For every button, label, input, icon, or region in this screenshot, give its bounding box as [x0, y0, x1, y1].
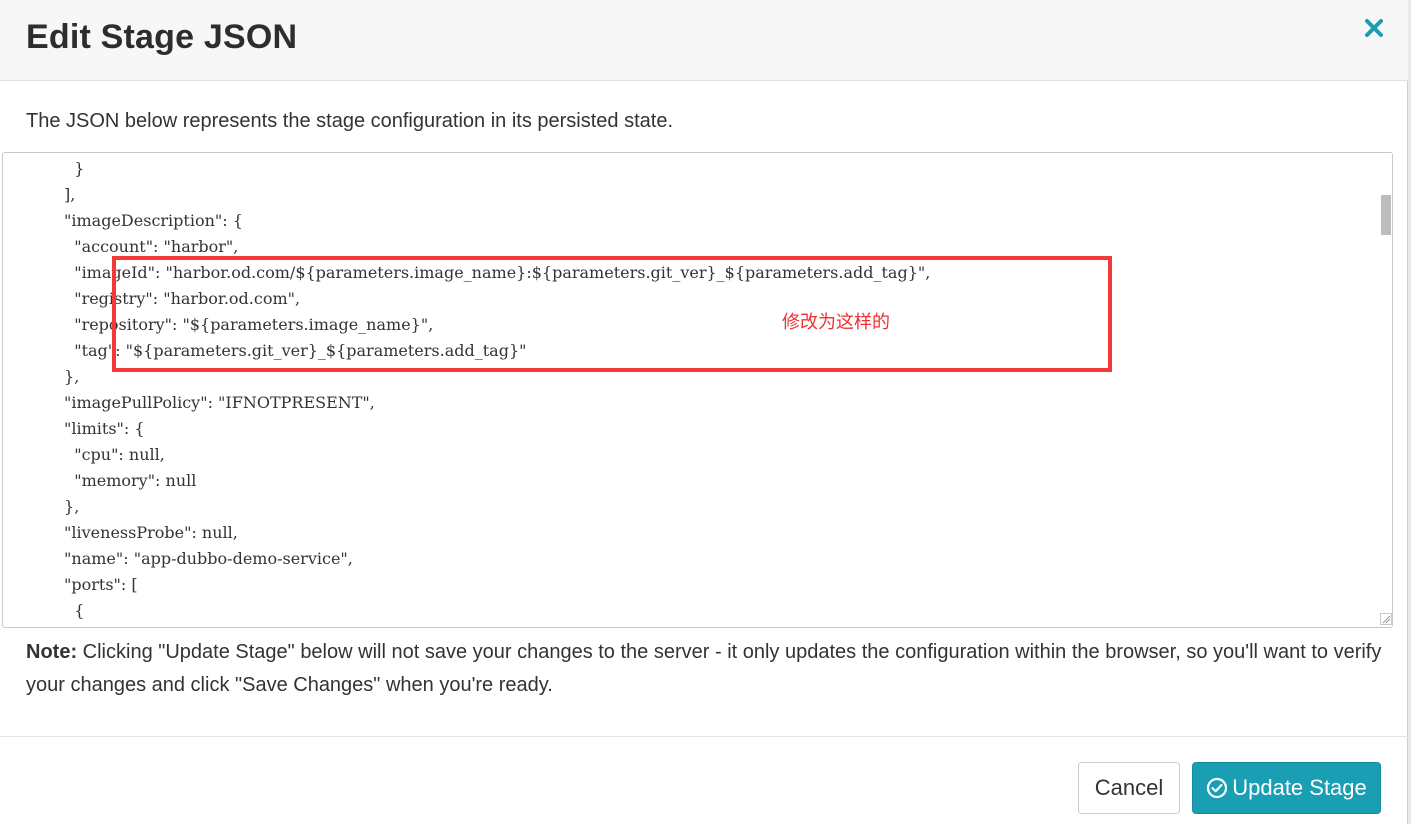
resize-handle-icon[interactable] — [1380, 613, 1392, 625]
json-code-line[interactable]: } — [3, 156, 930, 182]
edit-stage-json-dialog: Edit Stage JSON The JSON below represent… — [0, 0, 1408, 824]
json-code-line[interactable]: "livenessProbe": null, — [3, 520, 930, 546]
close-icon — [1365, 19, 1383, 37]
json-code-line[interactable]: "cpu": null, — [3, 442, 930, 468]
note-text: Note: Clicking "Update Stage" below will… — [26, 636, 1386, 702]
update-stage-label: Update Stage — [1232, 775, 1367, 800]
note-body: Clicking "Update Stage" below will not s… — [26, 641, 1382, 696]
dialog-intro-text: The JSON below represents the stage conf… — [26, 110, 674, 132]
json-code-line[interactable]: "memory": null — [3, 468, 930, 494]
json-code-line[interactable]: "tag": "${parameters.git_ver}_${paramete… — [3, 338, 930, 364]
editor-scrollbar-thumb[interactable] — [1381, 195, 1391, 235]
json-code-line[interactable]: "ports": [ — [3, 572, 930, 598]
json-code-line[interactable]: "account": "harbor", — [3, 234, 930, 260]
json-code-line[interactable]: { — [3, 598, 930, 624]
json-code-line[interactable]: "name": "app-dubbo-demo-service", — [3, 546, 930, 572]
json-code-line[interactable]: }, — [3, 494, 930, 520]
note-label: Note: — [26, 641, 78, 663]
dialog-header: Edit Stage JSON — [0, 0, 1408, 81]
json-code-line[interactable]: "registry": "harbor.od.com", — [3, 286, 930, 312]
close-button[interactable] — [1358, 8, 1390, 42]
json-code-line[interactable]: ], — [3, 182, 930, 208]
annotation-text: 修改为这样的 — [782, 312, 890, 333]
dialog-title: Edit Stage JSON — [26, 18, 298, 56]
json-code-line[interactable]: "imageDescription": { — [3, 208, 930, 234]
editor-scrollbar[interactable] — [1378, 153, 1392, 627]
check-circle-icon — [1207, 777, 1228, 799]
update-stage-button[interactable]: Update Stage — [1192, 762, 1381, 814]
json-code-line[interactable]: "imageId": "harbor.od.com/${parameters.i… — [3, 260, 930, 286]
json-code-line[interactable]: "imagePullPolicy": "IFNOTPRESENT", — [3, 390, 930, 416]
json-code-line[interactable]: }, — [3, 364, 930, 390]
json-editor[interactable]: } ], "imageDescription": { "account": "h… — [2, 152, 1393, 628]
json-code-line[interactable]: "limits": { — [3, 416, 930, 442]
footer-divider — [0, 736, 1408, 737]
cancel-button[interactable]: Cancel — [1078, 762, 1180, 814]
json-code[interactable]: } ], "imageDescription": { "account": "h… — [3, 156, 930, 624]
